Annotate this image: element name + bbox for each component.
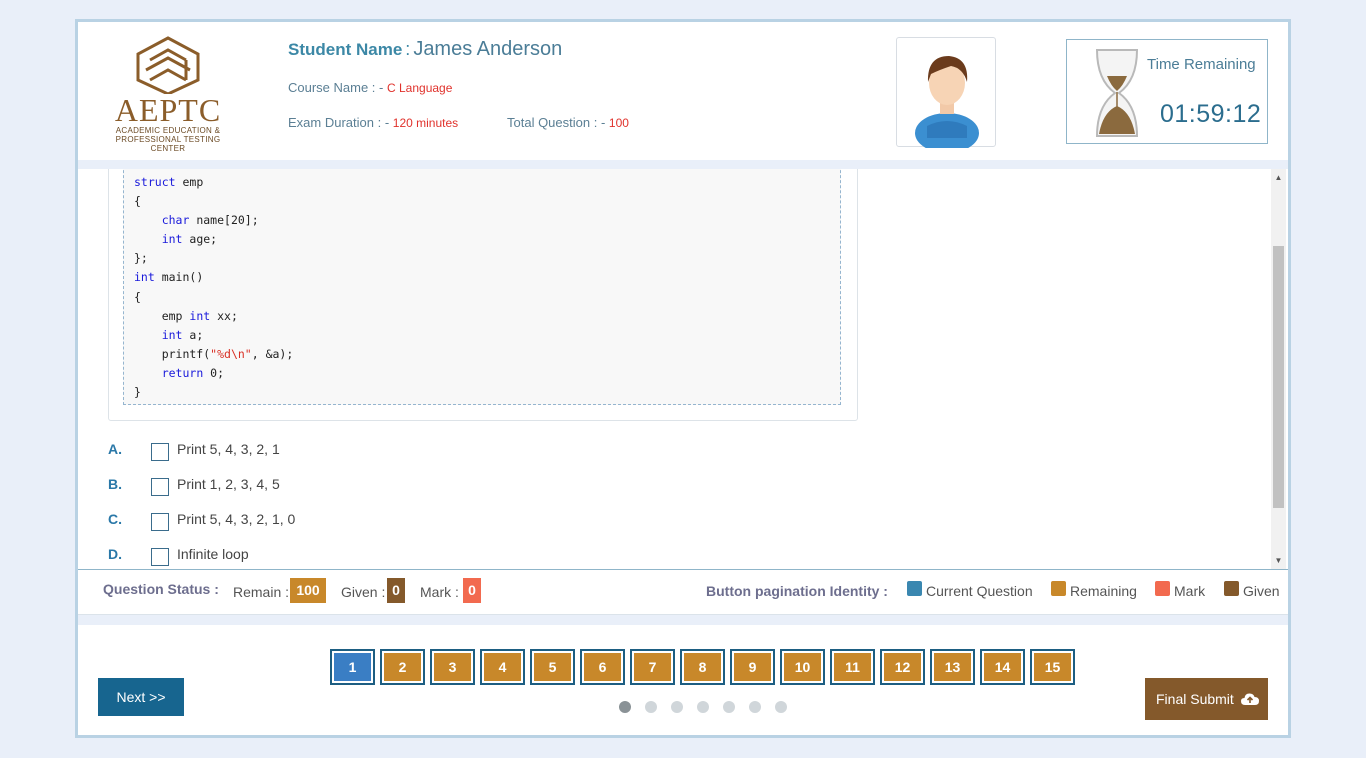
- header-separator: [78, 160, 1288, 169]
- page-button-12[interactable]: 12: [880, 649, 925, 685]
- code-block: struct emp { char name[20]; int age; }; …: [123, 169, 841, 405]
- logo-subtitle: ACADEMIC EDUCATION & PROFESSIONAL TESTIN…: [98, 126, 238, 153]
- pagination-dot-7[interactable]: [775, 701, 787, 713]
- page-button-7[interactable]: 7: [630, 649, 675, 685]
- legend-swatch-given: [1224, 581, 1239, 596]
- page-button-6[interactable]: 6: [580, 649, 625, 685]
- total-question-row: Total Question : - 100: [507, 115, 629, 130]
- duration-label: Exam Duration : -: [288, 115, 390, 130]
- course-row: Course Name : - C Language: [288, 80, 452, 95]
- hourglass-icon: [1095, 49, 1139, 137]
- option-checkbox[interactable]: [151, 513, 169, 531]
- page-button-10[interactable]: 10: [780, 649, 825, 685]
- pagination-dot-2[interactable]: [645, 701, 657, 713]
- pagination-dot-5[interactable]: [723, 701, 735, 713]
- logo-subtitle-line1: ACADEMIC EDUCATION &: [115, 126, 221, 135]
- aeptc-logo: AEPTC ACADEMIC EDUCATION & PROFESSIONAL …: [98, 34, 238, 153]
- student-avatar-icon: [915, 56, 979, 153]
- total-question-label: Total Question : -: [507, 115, 606, 130]
- exam-window: AEPTC ACADEMIC EDUCATION & PROFESSIONAL …: [75, 19, 1291, 738]
- pagination-dot-4[interactable]: [697, 701, 709, 713]
- option-a[interactable]: A. Print 5, 4, 3, 2, 1: [108, 439, 408, 463]
- remain-count-badge: 100: [290, 578, 326, 603]
- page-button-8[interactable]: 8: [680, 649, 725, 685]
- course-label: Course Name : -: [288, 80, 384, 95]
- cloud-upload-icon: [1241, 693, 1259, 705]
- option-checkbox[interactable]: [151, 548, 169, 566]
- option-b[interactable]: B. Print 1, 2, 3, 4, 5: [108, 474, 408, 498]
- question-scrollbar[interactable]: ▲ ▼: [1271, 169, 1286, 569]
- page-button-5[interactable]: 5: [530, 649, 575, 685]
- code-listing: struct emp { char name[20]; int age; }; …: [134, 175, 294, 400]
- legend-remaining: Remaining: [1070, 583, 1137, 599]
- legend-current-question: Current Question: [926, 583, 1033, 599]
- legend-swatch-mark: [1155, 581, 1170, 596]
- scroll-down-arrow-icon[interactable]: ▼: [1271, 552, 1286, 569]
- page-button-14[interactable]: 14: [980, 649, 1025, 685]
- legend-swatch-current: [907, 581, 922, 596]
- scrollbar-thumb[interactable]: [1273, 246, 1284, 508]
- question-status-label: Question Status :: [103, 581, 219, 597]
- duration-row: Exam Duration : - 120 minutes: [288, 115, 458, 130]
- page-button-2[interactable]: 2: [380, 649, 425, 685]
- final-submit-button[interactable]: Final Submit: [1145, 678, 1268, 720]
- duration-value: 120 minutes: [392, 116, 459, 130]
- option-checkbox[interactable]: [151, 478, 169, 496]
- option-c[interactable]: C. Print 5, 4, 3, 2, 1, 0: [108, 509, 408, 533]
- legend-given: Given: [1243, 583, 1280, 599]
- legend-swatch-remaining: [1051, 581, 1066, 596]
- option-text: Print 1, 2, 3, 4, 5: [177, 476, 280, 492]
- student-name-value: James Anderson: [413, 38, 563, 60]
- pagination-dot-3[interactable]: [671, 701, 683, 713]
- next-button[interactable]: Next >>: [98, 678, 184, 716]
- footer-separator: [78, 615, 1288, 625]
- student-name-separator: :: [405, 39, 411, 59]
- avatar: [896, 37, 996, 153]
- page-button-13[interactable]: 13: [930, 649, 975, 685]
- page-button-1[interactable]: 1: [330, 649, 375, 685]
- student-name-row: Student Name: James Anderson: [288, 38, 562, 61]
- question-status-bar: Question Status : Remain : 100 Given : 0…: [78, 569, 1288, 615]
- final-submit-label: Final Submit: [1156, 691, 1234, 707]
- time-remaining-value: 01:59:12: [1160, 100, 1262, 128]
- pagination-dot-1[interactable]: [619, 701, 631, 713]
- option-letter: B.: [108, 476, 122, 492]
- option-checkbox[interactable]: [151, 443, 169, 461]
- page-button-15[interactable]: 15: [1030, 649, 1075, 685]
- scroll-up-arrow-icon[interactable]: ▲: [1271, 169, 1286, 186]
- pagination-dot-6[interactable]: [749, 701, 761, 713]
- given-count-badge: 0: [387, 578, 405, 603]
- option-text: Print 5, 4, 3, 2, 1: [177, 441, 280, 457]
- course-value: C Language: [387, 81, 453, 95]
- option-d[interactable]: D. Infinite loop: [108, 544, 408, 568]
- logo-icon: [136, 36, 200, 96]
- page-button-4[interactable]: 4: [480, 649, 525, 685]
- legend-mark: Mark: [1174, 583, 1206, 599]
- total-question-value: 100: [608, 116, 629, 130]
- page-button-3[interactable]: 3: [430, 649, 475, 685]
- header: AEPTC ACADEMIC EDUCATION & PROFESSIONAL …: [78, 22, 1288, 160]
- pagination-legend-label: Button pagination Identity :: [706, 583, 888, 599]
- timer-panel: Time Remaining 01:59:12: [1066, 39, 1268, 144]
- question-area[interactable]: struct emp { char name[20]; int age; }; …: [78, 169, 1288, 569]
- option-letter: A.: [108, 441, 122, 457]
- logo-text: AEPTC: [114, 92, 222, 128]
- given-label: Given :: [341, 584, 386, 600]
- mark-label: Mark :: [420, 584, 459, 600]
- option-text: Print 5, 4, 3, 2, 1, 0: [177, 511, 296, 527]
- student-name-label: Student Name: [288, 40, 403, 59]
- remain-label: Remain :: [233, 584, 290, 600]
- question-code-box: struct emp { char name[20]; int age; }; …: [108, 169, 858, 421]
- option-letter: C.: [108, 511, 122, 527]
- option-text: Infinite loop: [177, 546, 249, 562]
- page-button-9[interactable]: 9: [730, 649, 775, 685]
- option-letter: D.: [108, 546, 122, 562]
- logo-subtitle-line2: PROFESSIONAL TESTING CENTER: [115, 135, 221, 153]
- mark-count-badge: 0: [463, 578, 481, 603]
- time-remaining-label: Time Remaining: [1147, 56, 1256, 73]
- page-button-11[interactable]: 11: [830, 649, 875, 685]
